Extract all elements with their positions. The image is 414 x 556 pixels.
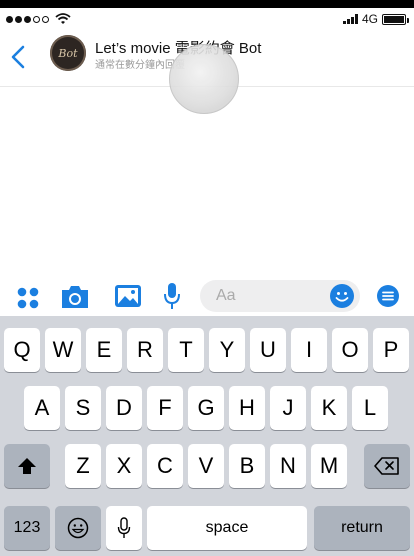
wifi-icon (55, 13, 71, 24)
key-m[interactable]: M (311, 444, 347, 488)
emoji-icon[interactable] (330, 284, 354, 308)
status-bar: 4G (0, 8, 414, 30)
microphone-icon[interactable] (163, 282, 181, 310)
key-h[interactable]: H (229, 386, 265, 430)
dictation-key[interactable] (106, 506, 142, 550)
signal-dot (6, 15, 13, 23)
bot-avatar[interactable]: Bot (50, 35, 86, 71)
key-k[interactable]: K (311, 386, 347, 430)
menu-icon[interactable] (376, 284, 400, 308)
key-e[interactable]: E (86, 328, 122, 372)
cellular-signal-icon (342, 14, 358, 24)
avatar-logo-text: Bot (58, 46, 78, 60)
message-composer: Aa (0, 276, 414, 316)
shift-arrow-icon (18, 458, 36, 474)
shift-key[interactable] (4, 444, 50, 488)
dictation-microphone-icon (117, 517, 131, 538)
key-x[interactable]: X (106, 444, 142, 488)
key-l[interactable]: L (352, 386, 388, 430)
signal-dot (42, 15, 49, 23)
key-c[interactable]: C (147, 444, 183, 488)
key-y[interactable]: Y (209, 328, 245, 372)
signal-dot (33, 15, 40, 23)
emoji-face-icon (67, 517, 89, 539)
apps-icon[interactable] (17, 287, 39, 309)
key-s[interactable]: S (65, 386, 101, 430)
backspace-icon (374, 457, 399, 475)
key-d[interactable]: D (106, 386, 142, 430)
top-black-bar (0, 0, 414, 8)
key-t[interactable]: T (168, 328, 204, 372)
gallery-icon[interactable] (114, 284, 142, 308)
signal-dot (15, 15, 22, 23)
battery-icon (382, 13, 409, 25)
keyboard: Q W E R T Y U I O P A S D F G H J K L Z … (0, 316, 414, 556)
key-q[interactable]: Q (4, 328, 40, 372)
key-g[interactable]: G (188, 386, 224, 430)
touch-indicator (169, 44, 239, 114)
status-left (0, 13, 71, 25)
message-input[interactable]: Aa (200, 280, 360, 312)
key-v[interactable]: V (188, 444, 224, 488)
key-a[interactable]: A (24, 386, 60, 430)
key-n[interactable]: N (270, 444, 306, 488)
message-placeholder: Aa (216, 287, 236, 304)
status-right: 4G (342, 12, 414, 26)
signal-dots-icon (6, 15, 49, 23)
backspace-key[interactable] (364, 444, 410, 488)
key-u[interactable]: U (250, 328, 286, 372)
emoji-keyboard-key[interactable] (55, 506, 101, 550)
camera-icon[interactable] (60, 284, 90, 310)
numbers-key[interactable]: 123 (4, 506, 50, 550)
key-r[interactable]: R (127, 328, 163, 372)
key-z[interactable]: Z (65, 444, 101, 488)
key-w[interactable]: W (45, 328, 81, 372)
key-b[interactable]: B (229, 444, 265, 488)
key-o[interactable]: O (332, 328, 368, 372)
signal-dot (24, 15, 31, 23)
key-p[interactable]: P (373, 328, 409, 372)
network-type: 4G (361, 12, 378, 26)
space-key[interactable]: space (147, 506, 307, 550)
key-j[interactable]: J (270, 386, 306, 430)
key-i[interactable]: I (291, 328, 327, 372)
back-arrow-icon[interactable] (8, 44, 32, 70)
key-f[interactable]: F (147, 386, 183, 430)
return-key[interactable]: return (314, 506, 410, 550)
